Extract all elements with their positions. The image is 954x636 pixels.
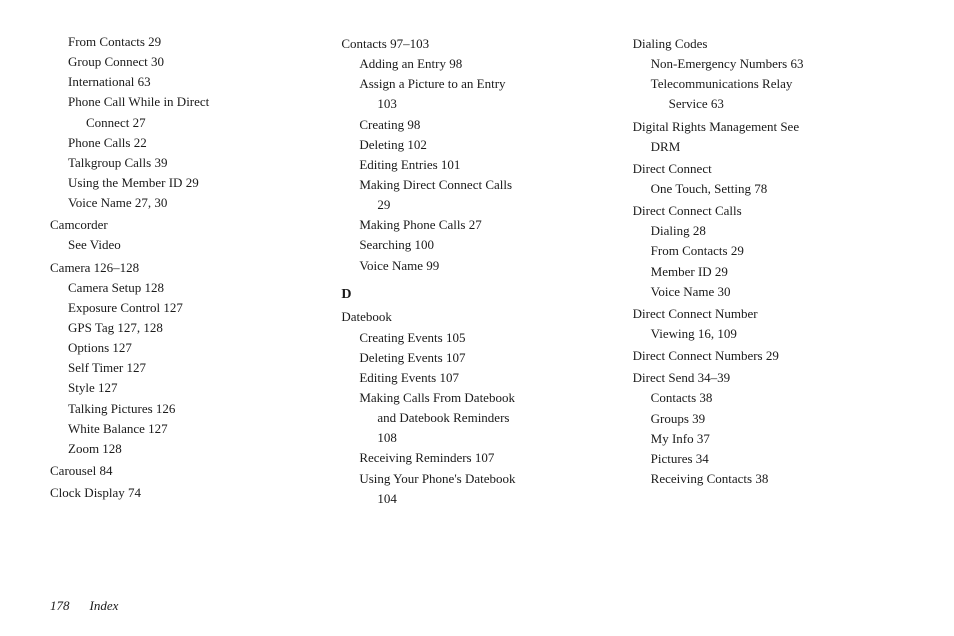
index-entry: Voice Name 99 <box>341 256 612 276</box>
index-entry: 103 <box>341 94 612 114</box>
index-entry: Deleting Events 107 <box>341 348 612 368</box>
index-entry: Direct Connect Numbers 29 <box>633 346 904 366</box>
index-entry: Group Connect 30 <box>50 52 321 72</box>
index-entry: Dialing 28 <box>633 221 904 241</box>
index-entry: Self Timer 127 <box>50 358 321 378</box>
index-entry: Receiving Contacts 38 <box>633 469 904 489</box>
index-entry: Making Phone Calls 27 <box>341 215 612 235</box>
index-entry: My Info 37 <box>633 429 904 449</box>
index-entry: Receiving Reminders 107 <box>341 448 612 468</box>
index-entry: Phone Calls 22 <box>50 133 321 153</box>
index-entry: Making Calls From Datebook <box>341 388 612 408</box>
index-entry: Datebook <box>341 307 612 327</box>
index-entry: Making Direct Connect Calls <box>341 175 612 195</box>
index-entry: 29 <box>341 195 612 215</box>
footer: 178 Index <box>50 598 904 614</box>
index-entry: White Balance 127 <box>50 419 321 439</box>
index-entry: Creating Events 105 <box>341 328 612 348</box>
index-entry: Creating 98 <box>341 115 612 135</box>
index-entry: DRM <box>633 137 904 157</box>
index-entry: Camera 126–128 <box>50 258 321 278</box>
index-entry: Voice Name 30 <box>633 282 904 302</box>
index-entry: 108 <box>341 428 612 448</box>
index-column-col1: From Contacts 29Group Connect 30Internat… <box>50 32 341 509</box>
index-entry: Searching 100 <box>341 235 612 255</box>
footer-label: Index <box>90 598 119 614</box>
index-entry: One Touch, Setting 78 <box>633 179 904 199</box>
index-entry: Phone Call While in Direct <box>50 92 321 112</box>
index-entry: Direct Connect Calls <box>633 201 904 221</box>
page: From Contacts 29Group Connect 30Internat… <box>0 0 954 636</box>
index-entry: Zoom 128 <box>50 439 321 459</box>
index-entry: Pictures 34 <box>633 449 904 469</box>
index-entry: Assign a Picture to an Entry <box>341 74 612 94</box>
index-entry: Adding an Entry 98 <box>341 54 612 74</box>
index-entry: Connect 27 <box>50 113 321 133</box>
index-entry: Editing Events 107 <box>341 368 612 388</box>
index-entry: Camcorder <box>50 215 321 235</box>
index-entry: Carousel 84 <box>50 461 321 481</box>
index-entry: Direct Send 34–39 <box>633 368 904 388</box>
index-entry: Style 127 <box>50 378 321 398</box>
index-entry: Camera Setup 128 <box>50 278 321 298</box>
columns-container: From Contacts 29Group Connect 30Internat… <box>50 32 904 509</box>
index-entry: Exposure Control 127 <box>50 298 321 318</box>
index-entry: From Contacts 29 <box>633 241 904 261</box>
index-entry: Clock Display 74 <box>50 483 321 503</box>
index-entry: Talkgroup Calls 39 <box>50 153 321 173</box>
index-entry: GPS Tag 127, 128 <box>50 318 321 338</box>
index-entry: Direct Connect Number <box>633 304 904 324</box>
index-entry: From Contacts 29 <box>50 32 321 52</box>
index-entry: Contacts 38 <box>633 388 904 408</box>
index-entry: Member ID 29 <box>633 262 904 282</box>
index-entry: Using the Member ID 29 <box>50 173 321 193</box>
index-entry: Dialing Codes <box>633 34 904 54</box>
index-entry: Voice Name 27, 30 <box>50 193 321 213</box>
index-entry: D <box>341 284 612 306</box>
index-entry: Contacts 97–103 <box>341 34 612 54</box>
index-entry: Direct Connect <box>633 159 904 179</box>
index-column-col3: Dialing CodesNon-Emergency Numbers 63Tel… <box>633 32 904 509</box>
footer-page-number: 178 <box>50 598 70 614</box>
index-entry: Viewing 16, 109 <box>633 324 904 344</box>
index-entry: See Video <box>50 235 321 255</box>
index-entry: Non-Emergency Numbers 63 <box>633 54 904 74</box>
index-entry: and Datebook Reminders <box>341 408 612 428</box>
index-entry: Deleting 102 <box>341 135 612 155</box>
index-entry: Talking Pictures 126 <box>50 399 321 419</box>
index-entry: Digital Rights Management See <box>633 117 904 137</box>
index-entry: Telecommunications Relay <box>633 74 904 94</box>
index-entry: Using Your Phone's Datebook <box>341 469 612 489</box>
index-entry: International 63 <box>50 72 321 92</box>
index-column-col2: Contacts 97–103Adding an Entry 98Assign … <box>341 32 632 509</box>
index-entry: Editing Entries 101 <box>341 155 612 175</box>
index-entry: Service 63 <box>633 94 904 114</box>
index-entry: Groups 39 <box>633 409 904 429</box>
index-entry: 104 <box>341 489 612 509</box>
index-entry: Options 127 <box>50 338 321 358</box>
